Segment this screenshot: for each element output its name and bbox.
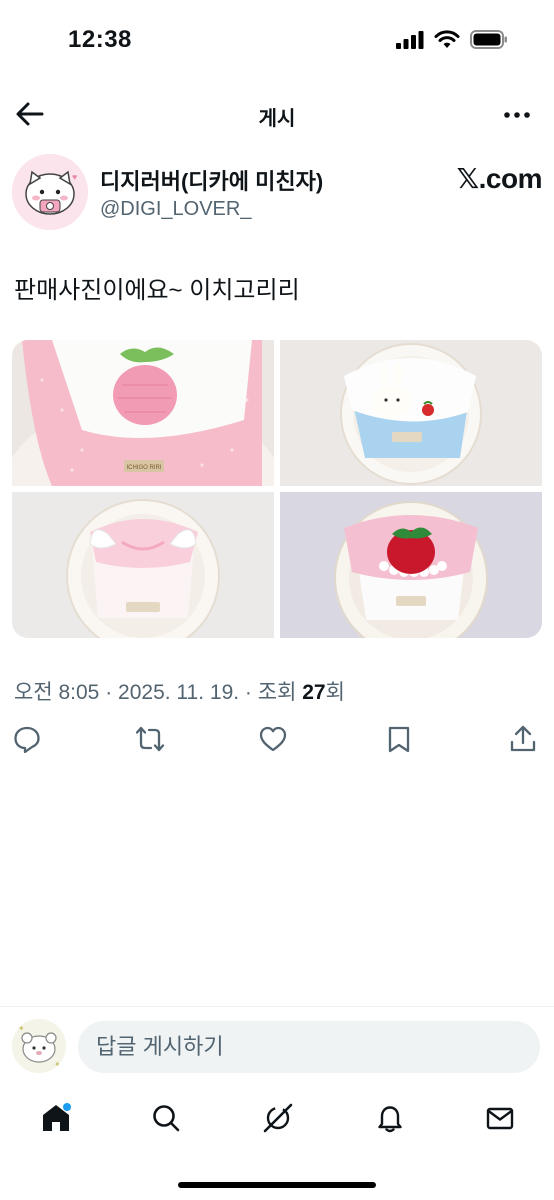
status-icons xyxy=(396,30,508,49)
svg-text:✦: ✦ xyxy=(54,1060,61,1069)
share-button[interactable] xyxy=(508,724,542,760)
media-photo-4[interactable] xyxy=(280,492,542,638)
views-label: 조회 xyxy=(257,681,297,704)
post-time: 오전 8:05 xyxy=(14,681,100,704)
tab-notifications[interactable] xyxy=(370,1098,410,1138)
action-bar xyxy=(0,724,554,764)
post-meta: 오전 8:05 · 2025. 11. 19. · 조회 27회 xyxy=(14,676,345,706)
repost-arrows-icon xyxy=(135,726,165,752)
search-icon xyxy=(153,1105,180,1132)
user-avatar-image: ✦✦ xyxy=(12,1019,66,1073)
author-name[interactable]: 디지러버(디카에 미친자) xyxy=(100,164,323,196)
grok-slash-icon xyxy=(263,1103,293,1133)
tab-grok[interactable] xyxy=(258,1098,298,1138)
heart-icon xyxy=(259,726,287,752)
photo-pink-pouch-red-strawberry xyxy=(280,492,542,638)
views-count[interactable]: 27 xyxy=(302,681,325,704)
tab-messages[interactable] xyxy=(480,1098,520,1138)
media-grid: ICHIGO RIRI xyxy=(12,340,542,638)
views-suffix: 회 xyxy=(325,681,345,704)
mail-icon xyxy=(486,1107,514,1130)
bookmark-icon xyxy=(388,726,410,753)
author-row: ♥ 디지러버(디카에 미친자) @DIGI_LOVER_ 𝕏.com xyxy=(12,154,543,234)
post-text: 판매사진이에요~ 이치고리리 xyxy=(14,277,300,304)
meta-separator: · xyxy=(239,681,258,704)
home-icon xyxy=(43,1103,71,1131)
comment-bubble-icon xyxy=(14,726,40,754)
media-photo-1[interactable]: ICHIGO RIRI xyxy=(12,340,274,486)
post-date: 2025. 11. 19. xyxy=(118,681,240,704)
more-dots-icon xyxy=(504,112,530,118)
bottom-nav xyxy=(0,1088,554,1158)
avatar[interactable]: ♥ xyxy=(12,154,88,230)
media-photo-3[interactable] xyxy=(12,492,274,638)
photo-pink-pouch-wings xyxy=(12,492,274,638)
tab-home[interactable] xyxy=(36,1098,76,1138)
media-photo-2[interactable] xyxy=(280,340,542,486)
signal-icon xyxy=(396,30,424,49)
current-user-avatar[interactable]: ✦ ✦ xyxy=(12,1019,66,1073)
more-options-button[interactable] xyxy=(502,100,532,130)
svg-text:♥: ♥ xyxy=(72,172,77,182)
reply-button[interactable] xyxy=(12,724,46,760)
repost-button[interactable] xyxy=(134,724,168,760)
photo-pink-pouch-strawberry: ICHIGO RIRI xyxy=(12,340,274,486)
reply-composer: ✦ ✦ xyxy=(0,1006,554,1087)
brand-label-text: ICHIGO RIRI xyxy=(126,465,161,471)
bookmark-button[interactable] xyxy=(384,724,418,760)
like-button[interactable] xyxy=(258,724,292,760)
page-title: 게시 xyxy=(258,108,296,130)
status-bar: 12:38 xyxy=(0,0,554,80)
reply-input[interactable] xyxy=(78,1021,540,1073)
battery-icon xyxy=(470,30,507,49)
wifi-icon xyxy=(434,30,460,48)
bell-icon xyxy=(378,1106,402,1133)
svg-text:✦: ✦ xyxy=(18,1024,25,1033)
status-time: 12:38 xyxy=(68,26,132,53)
photo-blue-pouch-bunny xyxy=(280,340,542,486)
post-header: 게시 xyxy=(0,86,554,142)
tab-search[interactable] xyxy=(146,1098,186,1138)
avatar-image: ♥ xyxy=(12,154,88,230)
author-handle[interactable]: @DIGI_LOVER_ xyxy=(100,198,251,221)
meta-separator: · xyxy=(99,681,119,704)
x-logo: 𝕏.com xyxy=(456,163,543,194)
home-indicator xyxy=(178,1182,376,1188)
share-upload-icon xyxy=(510,725,536,752)
